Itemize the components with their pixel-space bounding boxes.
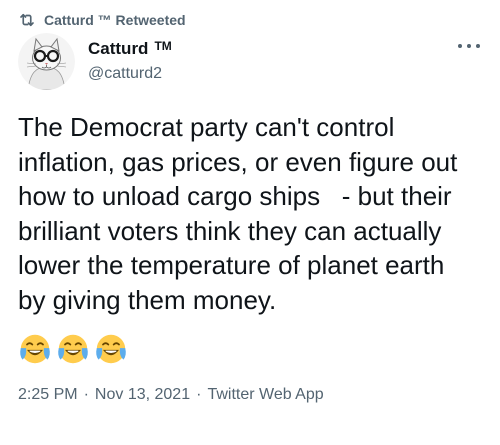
tweet-card: Catturd ™ Retweeted Catturd TM @catturd2… (0, 0, 500, 445)
face-with-tears-of-joy-icon (58, 334, 88, 364)
tweet-source[interactable]: Twitter Web App (207, 386, 323, 404)
meta-separator: · (196, 386, 202, 403)
retweet-icon (18, 11, 36, 29)
avatar-cat-glasses-icon (18, 33, 75, 90)
more-options-icon[interactable] (458, 39, 480, 53)
more-dot (458, 44, 462, 48)
tweet-date[interactable]: Nov 13, 2021 (95, 386, 190, 404)
face-with-tears-of-joy-icon (96, 334, 126, 364)
tweet-time[interactable]: 2:25 PM (18, 386, 78, 404)
handle[interactable]: @catturd2 (88, 65, 172, 83)
face-with-tears-of-joy-icon (20, 334, 50, 364)
display-name-row[interactable]: Catturd TM (88, 39, 172, 59)
tweet-header: Catturd TM @catturd2 (18, 33, 488, 97)
tweet-text: The Democrat party can't control inflati… (18, 112, 458, 315)
more-dot (467, 44, 471, 48)
emoji-row (19, 333, 127, 365)
retweet-banner-text: Catturd ™ Retweeted (44, 12, 186, 28)
avatar[interactable] (18, 33, 75, 90)
trademark-mark: TM (154, 39, 172, 53)
meta-separator: · (83, 386, 89, 403)
retweet-banner[interactable]: Catturd ™ Retweeted (18, 9, 186, 31)
more-dot (476, 44, 480, 48)
author-names: Catturd TM @catturd2 (88, 39, 172, 83)
display-name[interactable]: Catturd (88, 39, 148, 59)
tweet-meta: 2:25 PM · Nov 13, 2021 · Twitter Web App (18, 386, 324, 404)
